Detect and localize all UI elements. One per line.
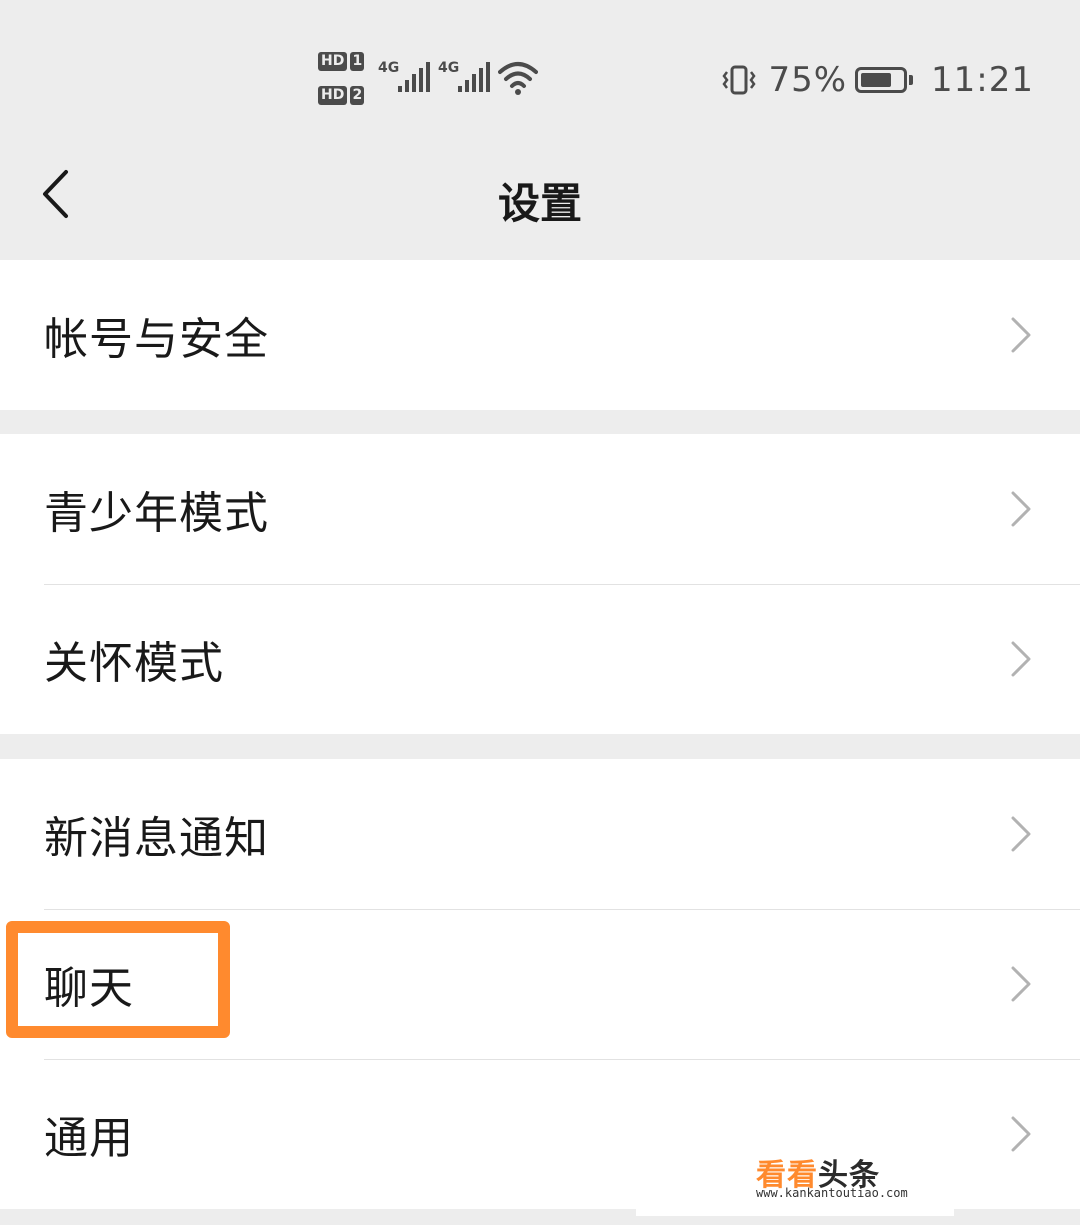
chevron-right-icon	[1011, 491, 1031, 527]
chevron-right-icon	[1011, 816, 1031, 852]
signal-icon	[398, 62, 430, 92]
chevron-right-icon	[1011, 641, 1031, 677]
hd-label: HD	[318, 52, 348, 71]
settings-item-label: 帐号与安全	[44, 314, 269, 365]
settings-item-care-mode[interactable]: 关怀模式	[0, 584, 1080, 734]
settings-item-label: 关怀模式	[44, 638, 224, 689]
chevron-right-icon	[1011, 317, 1031, 353]
status-right: 75% 11:21	[720, 58, 1034, 102]
chevron-right-icon	[1011, 966, 1031, 1002]
hd-label: HD	[318, 86, 348, 105]
vibrate-icon	[722, 65, 756, 95]
signal-icon	[458, 62, 490, 92]
watermark: 看看头条 www.kankantoutiao.com	[636, 1138, 954, 1216]
battery-icon	[855, 67, 914, 93]
settings-item-new-message-notification[interactable]: 新消息通知	[0, 759, 1080, 909]
nav-bar: 设置	[0, 150, 1080, 260]
chevron-right-icon	[1011, 1116, 1031, 1152]
battery-level	[861, 73, 892, 87]
page-title: 设置	[497, 179, 582, 228]
settings-group-account: 帐号与安全	[0, 260, 1080, 410]
watermark-url: www.kankantoutiao.com	[756, 1186, 908, 1200]
settings-item-label: 通用	[44, 1113, 134, 1164]
settings-item-account-security[interactable]: 帐号与安全	[0, 260, 1080, 410]
status-bar: HD 1 HD 2 4G 4G 75% 11:21	[0, 0, 1080, 150]
settings-item-label: 新消息通知	[44, 813, 269, 864]
settings-item-label: 青少年模式	[44, 488, 269, 539]
sim2-number: 2	[350, 86, 365, 105]
settings-group-modes: 青少年模式 关怀模式	[0, 434, 1080, 734]
battery-percentage: 75%	[768, 60, 848, 100]
sim-indicators: HD 1 HD 2 4G 4G	[318, 52, 538, 108]
clock: 11:21	[931, 60, 1034, 100]
sim2-hd-badge: HD 2	[318, 86, 365, 105]
settings-item-teen-mode[interactable]: 青少年模式	[0, 434, 1080, 584]
settings-item-chat[interactable]: 聊天	[0, 909, 1080, 1059]
sim1-hd-badge: HD 1	[318, 52, 365, 71]
wifi-icon	[498, 62, 538, 95]
sim1-number: 1	[350, 52, 365, 71]
settings-item-label: 聊天	[44, 963, 134, 1014]
